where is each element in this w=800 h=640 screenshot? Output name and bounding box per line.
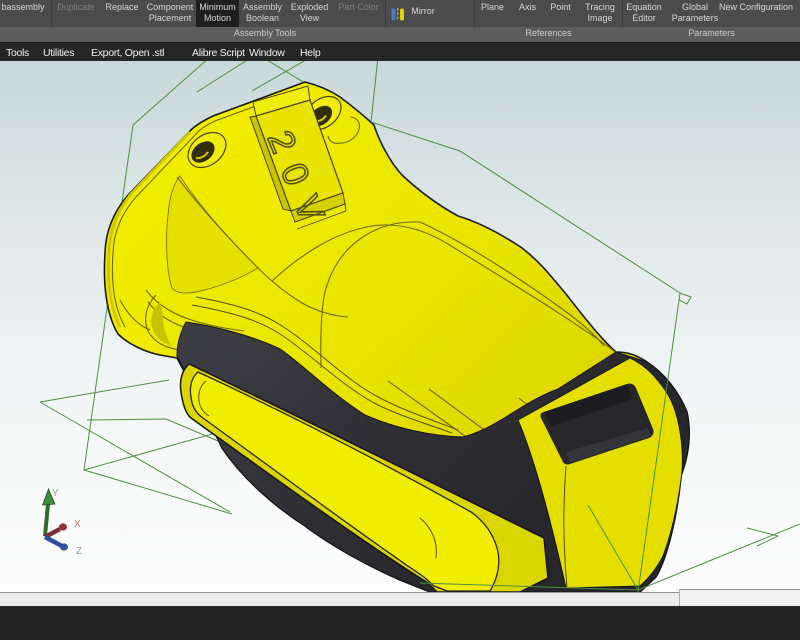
svg-text:X: X <box>74 519 81 530</box>
svg-text:Y: Y <box>52 488 59 499</box>
svg-text:Z: Z <box>76 546 82 557</box>
